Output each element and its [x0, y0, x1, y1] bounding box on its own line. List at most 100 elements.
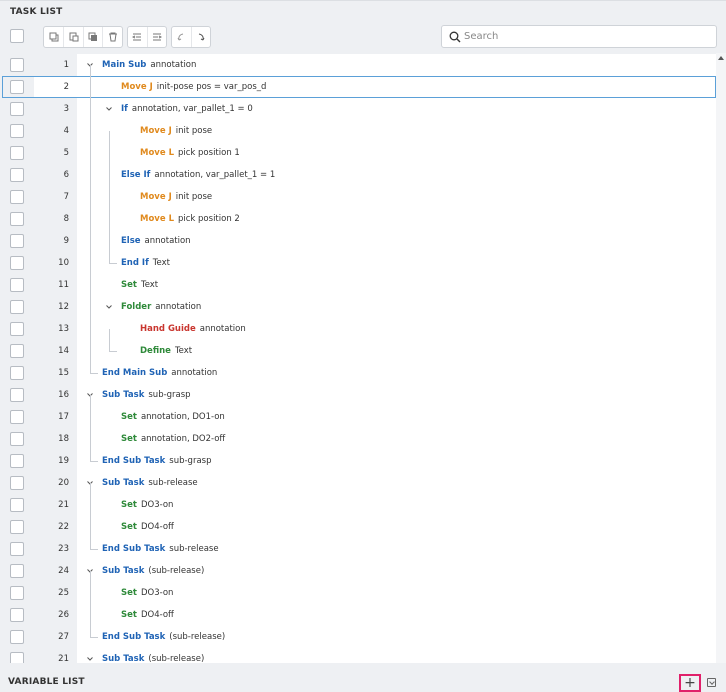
line-number: 1: [34, 54, 77, 76]
row-checkbox[interactable]: [10, 190, 24, 204]
row-checkbox[interactable]: [10, 278, 24, 292]
task-row[interactable]: 25 Set DO3-on: [0, 582, 716, 604]
command-keyword: Set: [121, 588, 137, 598]
task-row[interactable]: 13 Hand Guide annotation: [0, 318, 716, 340]
task-row[interactable]: 14 Define Text: [0, 340, 716, 362]
row-checkbox[interactable]: [10, 124, 24, 138]
task-row[interactable]: 3 If annotation, var_pallet_1 = 0: [0, 98, 716, 120]
copy-icon[interactable]: [44, 27, 63, 47]
row-checkbox[interactable]: [10, 608, 24, 622]
row-checkbox[interactable]: [10, 432, 24, 446]
row-checkbox[interactable]: [10, 366, 24, 380]
outdent-icon[interactable]: [128, 27, 147, 47]
line-number: 15: [34, 362, 77, 384]
row-checkbox[interactable]: [10, 344, 24, 358]
command-text: Set annotation, DO1-on: [121, 406, 225, 428]
paste-icon[interactable]: [63, 27, 83, 47]
line-number: 24: [34, 560, 77, 582]
command-text: End Sub Task (sub-release): [102, 626, 225, 648]
task-row[interactable]: 16 Sub Task sub-grasp: [0, 384, 716, 406]
redo-icon[interactable]: [190, 27, 210, 47]
row-checkbox[interactable]: [10, 256, 24, 270]
row-checkbox[interactable]: [10, 168, 24, 182]
command-arguments: annotation, DO2-off: [140, 434, 226, 444]
collapse-panel-icon[interactable]: [707, 678, 716, 687]
edit-button-group: [43, 26, 123, 48]
row-checkbox[interactable]: [10, 564, 24, 578]
task-row[interactable]: 7 Move Jinit pose: [0, 186, 716, 208]
task-row[interactable]: 21 Sub Task (sub-release): [0, 648, 716, 663]
task-row[interactable]: 10 End If Text: [0, 252, 716, 274]
task-row[interactable]: 15 End Main Sub annotation: [0, 362, 716, 384]
command-arguments: sub-release: [148, 478, 198, 488]
add-variable-button[interactable]: +: [679, 674, 701, 692]
row-checkbox[interactable]: [10, 58, 24, 72]
line-number: 14: [34, 340, 77, 362]
row-checkbox[interactable]: [10, 322, 24, 336]
command-arguments: annotation: [155, 302, 202, 312]
task-row[interactable]: 4 Move Jinit pose: [0, 120, 716, 142]
row-checkbox[interactable]: [10, 410, 24, 424]
search-input[interactable]: [464, 28, 712, 45]
indent-icon[interactable]: [146, 27, 166, 47]
task-row[interactable]: 5 Move Lpick position 1: [0, 142, 716, 164]
command-text: Move Lpick position 1: [140, 142, 240, 164]
delete-icon[interactable]: [102, 27, 122, 47]
line-number: 3: [34, 98, 77, 120]
task-row[interactable]: 18 Set annotation, DO2-off: [0, 428, 716, 450]
row-checkbox[interactable]: [10, 498, 24, 512]
row-checkbox[interactable]: [10, 542, 24, 556]
tree-guide-line: [90, 637, 98, 638]
row-checkbox[interactable]: [10, 630, 24, 644]
duplicate-icon[interactable]: [82, 27, 103, 47]
row-checkbox[interactable]: [10, 80, 24, 94]
command-arguments: init pose: [175, 192, 213, 202]
undo-icon[interactable]: [172, 27, 191, 47]
task-row[interactable]: 1 Main Sub annotation: [0, 54, 716, 76]
command-keyword: Move L: [140, 214, 174, 224]
row-checkbox[interactable]: [10, 212, 24, 226]
command-arguments: Text: [140, 280, 159, 290]
task-row[interactable]: 12 Folder annotation: [0, 296, 716, 318]
command-text: Set DO3-on: [121, 582, 173, 604]
row-checkbox[interactable]: [10, 454, 24, 468]
command-text: End If Text: [121, 252, 170, 274]
chevron-down-icon[interactable]: [105, 303, 113, 311]
tree-guide-line: [90, 65, 91, 373]
task-row[interactable]: 24 Sub Task (sub-release): [0, 560, 716, 582]
chevron-down-icon[interactable]: [105, 105, 113, 113]
row-checkbox[interactable]: [10, 652, 24, 663]
row-checkbox[interactable]: [10, 476, 24, 490]
task-row[interactable]: 23 End Sub Task sub-release: [0, 538, 716, 560]
task-row[interactable]: 20 Sub Task sub-release: [0, 472, 716, 494]
command-arguments: annotation: [144, 236, 191, 246]
task-row[interactable]: 27 End Sub Task (sub-release): [0, 626, 716, 648]
row-checkbox[interactable]: [10, 146, 24, 160]
row-checkbox[interactable]: [10, 520, 24, 534]
row-checkbox[interactable]: [10, 586, 24, 600]
task-row[interactable]: 22 Set DO4-off: [0, 516, 716, 538]
row-checkbox[interactable]: [10, 388, 24, 402]
task-row[interactable]: 26 Set DO4-off: [0, 604, 716, 626]
vertical-scrollbar[interactable]: [716, 53, 726, 663]
command-keyword: Set: [121, 500, 137, 510]
task-row[interactable]: 11 Set Text: [0, 274, 716, 296]
task-row[interactable]: 17 Set annotation, DO1-on: [0, 406, 716, 428]
toolbar: [0, 22, 726, 53]
select-all-checkbox[interactable]: [10, 29, 24, 43]
task-row[interactable]: 9 Else annotation: [0, 230, 716, 252]
scroll-up-arrow-icon[interactable]: [718, 56, 724, 60]
task-row[interactable]: 2 Move Jinit-pose pos = var_pos_d: [0, 76, 716, 98]
task-row[interactable]: 19 End Sub Task sub-grasp: [0, 450, 716, 472]
task-row[interactable]: 8 Move Lpick position 2: [0, 208, 716, 230]
chevron-down-icon[interactable]: [86, 655, 94, 663]
line-number: 2: [34, 76, 77, 98]
task-row[interactable]: 21 Set DO3-on: [0, 494, 716, 516]
row-checkbox[interactable]: [10, 102, 24, 116]
task-row[interactable]: 6 Else If annotation, var_pallet_1 = 1: [0, 164, 716, 186]
tree-guide-line: [90, 483, 91, 549]
command-keyword: Move J: [140, 192, 172, 202]
row-checkbox[interactable]: [10, 300, 24, 314]
row-checkbox[interactable]: [10, 234, 24, 248]
command-arguments: pick position 2: [177, 214, 240, 224]
